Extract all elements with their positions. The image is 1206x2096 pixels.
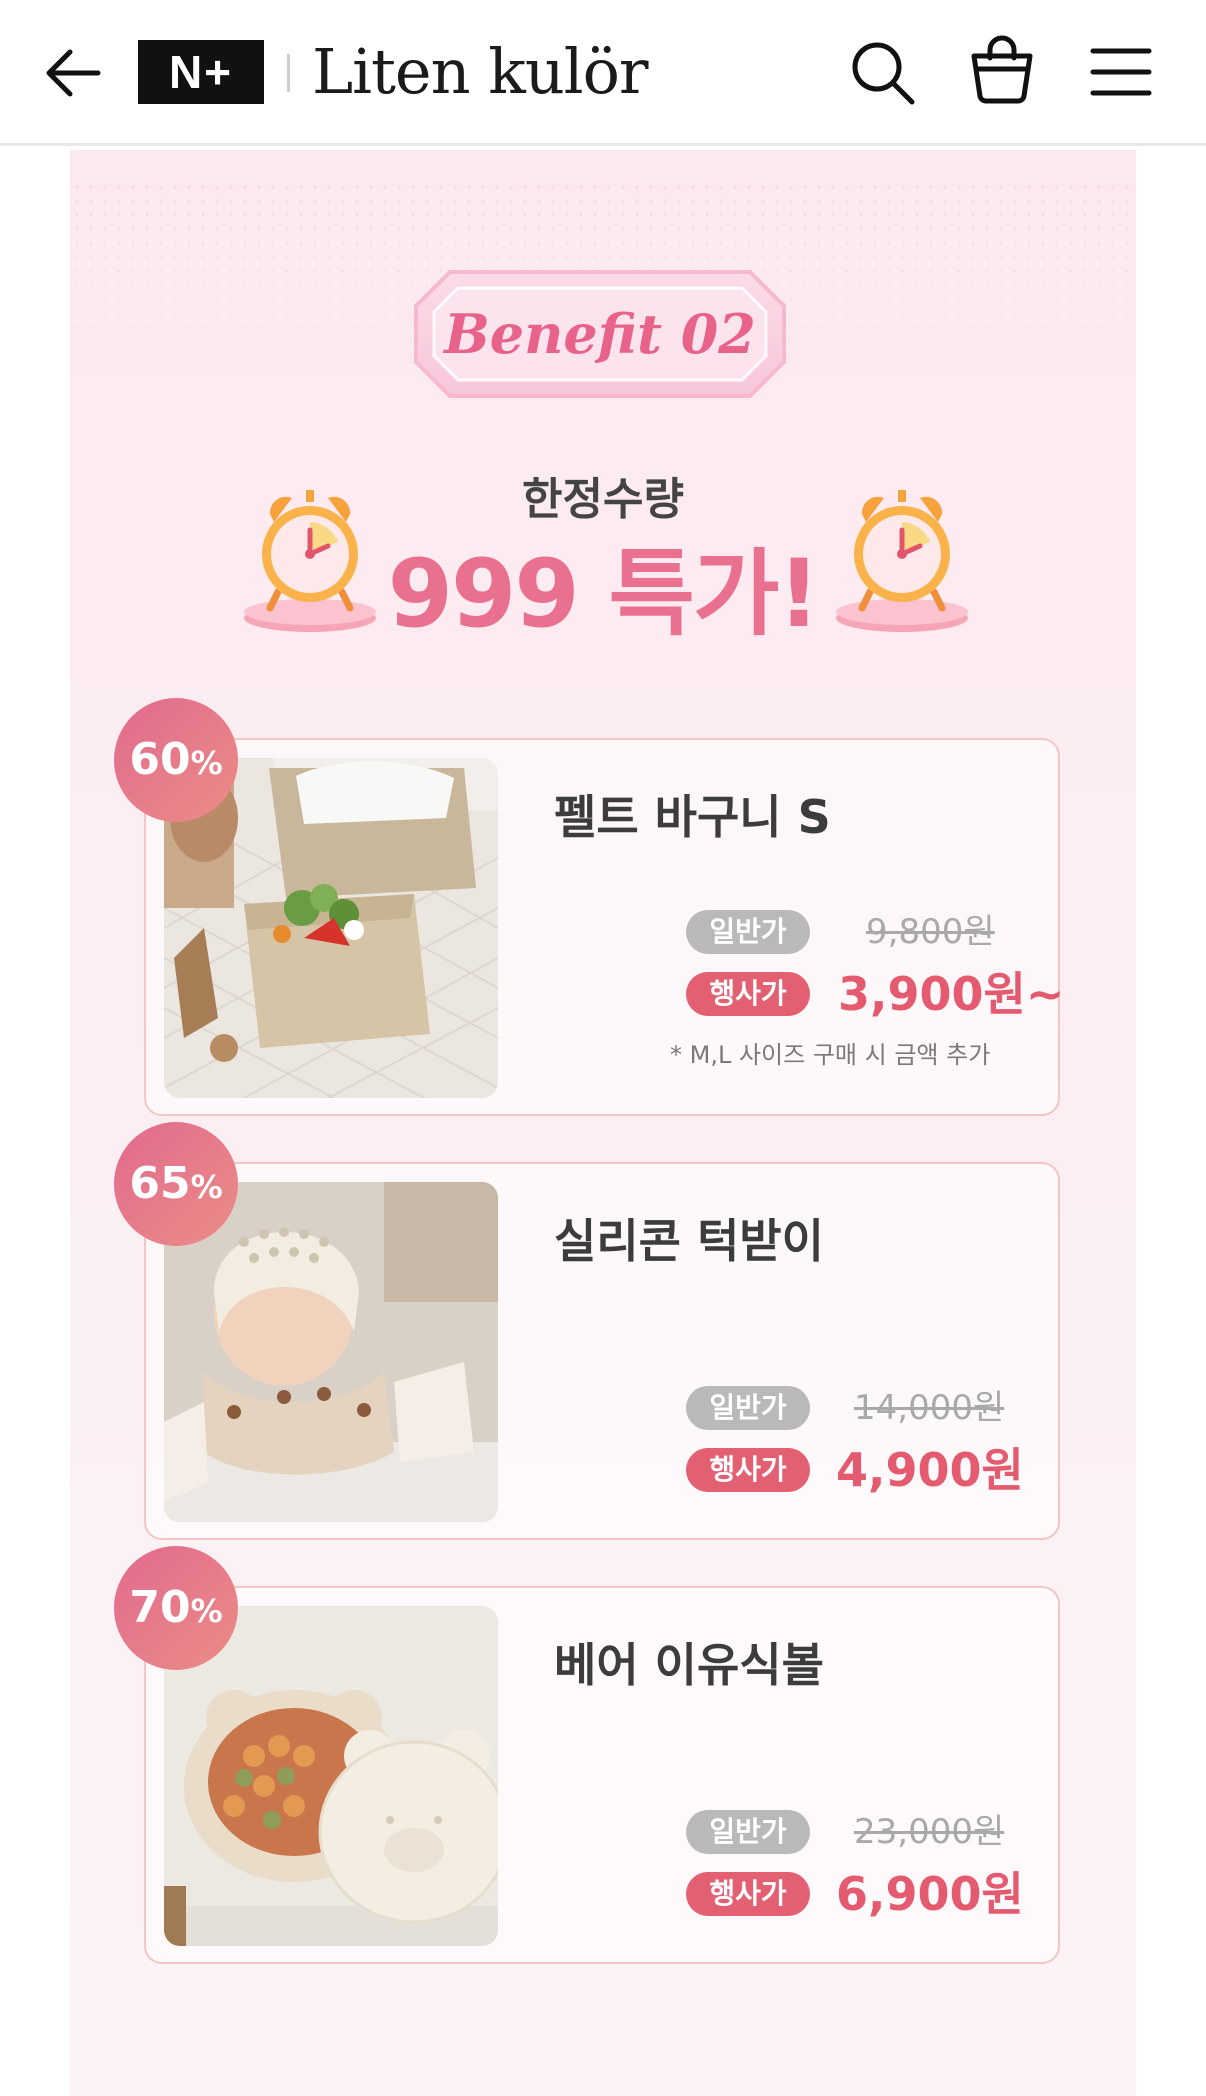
n-plus-logo[interactable]: N+	[138, 40, 264, 104]
regular-price-tag: 일반가	[686, 1810, 810, 1854]
logo-divider	[287, 54, 290, 92]
product-name[interactable]: 베어 이유식볼	[554, 1636, 824, 1694]
regular-price: 14,000원	[854, 1388, 1005, 1428]
product-name[interactable]: 실리콘 턱받이	[554, 1212, 824, 1270]
event-price-tag: 행사가	[686, 1448, 810, 1492]
top-navigation-bar: N+ Liten kulör	[0, 0, 1206, 146]
benefit-label: Benefit 02	[444, 302, 756, 366]
silicone-bib-image[interactable]	[164, 1182, 498, 1522]
discount-badge: 60%	[114, 698, 238, 822]
limited-quantity-label: 한정수량	[522, 474, 684, 525]
event-price: 6,900원	[836, 1867, 1024, 1921]
size-price-note: * M,L 사이즈 구매 시 금액 추가	[670, 1041, 991, 1069]
felt-basket-image[interactable]	[164, 758, 498, 1098]
bear-bowl-image[interactable]	[164, 1606, 498, 1946]
promo-banner: Benefit 02 한정수량 999 특가! 60% 펠트 바구니 S 일반가…	[70, 150, 1136, 2096]
menu-icon[interactable]	[1090, 46, 1152, 98]
back-arrow-icon[interactable]	[40, 40, 106, 106]
event-price-tag: 행사가	[686, 972, 810, 1016]
promo-headline: 999 특가!	[387, 540, 821, 649]
event-price: 4,900원	[836, 1443, 1024, 1497]
regular-price: 9,800원	[866, 912, 995, 952]
search-icon[interactable]	[848, 38, 918, 108]
product-name[interactable]: 펠트 바구니 S	[554, 788, 831, 846]
alarm-clock-icon-right	[836, 490, 968, 632]
alarm-clock-icon-left	[244, 490, 376, 632]
event-price: 3,900원~	[838, 967, 1065, 1021]
brand-logo-text[interactable]: Liten kulör	[312, 34, 649, 110]
regular-price-tag: 일반가	[686, 910, 810, 954]
discount-badge: 65%	[114, 1122, 238, 1246]
event-price-tag: 행사가	[686, 1872, 810, 1916]
regular-price-tag: 일반가	[686, 1386, 810, 1430]
shopping-bag-icon[interactable]	[966, 34, 1038, 106]
regular-price: 23,000원	[854, 1812, 1005, 1852]
product-card-bear-baby-bowl[interactable]: 70% 베어 이유식볼 일반가 23,000원 행사가 6,900원	[114, 1546, 1060, 1964]
product-card-silicone-bib[interactable]: 65% 실리콘 턱받이 일반가 14,000원 행사가 4,900원	[114, 1122, 1060, 1540]
discount-badge: 70%	[114, 1546, 238, 1670]
product-card-felt-basket[interactable]: 60% 펠트 바구니 S 일반가 9,800원 행사가 3,900원~ * M,…	[114, 698, 1064, 1116]
